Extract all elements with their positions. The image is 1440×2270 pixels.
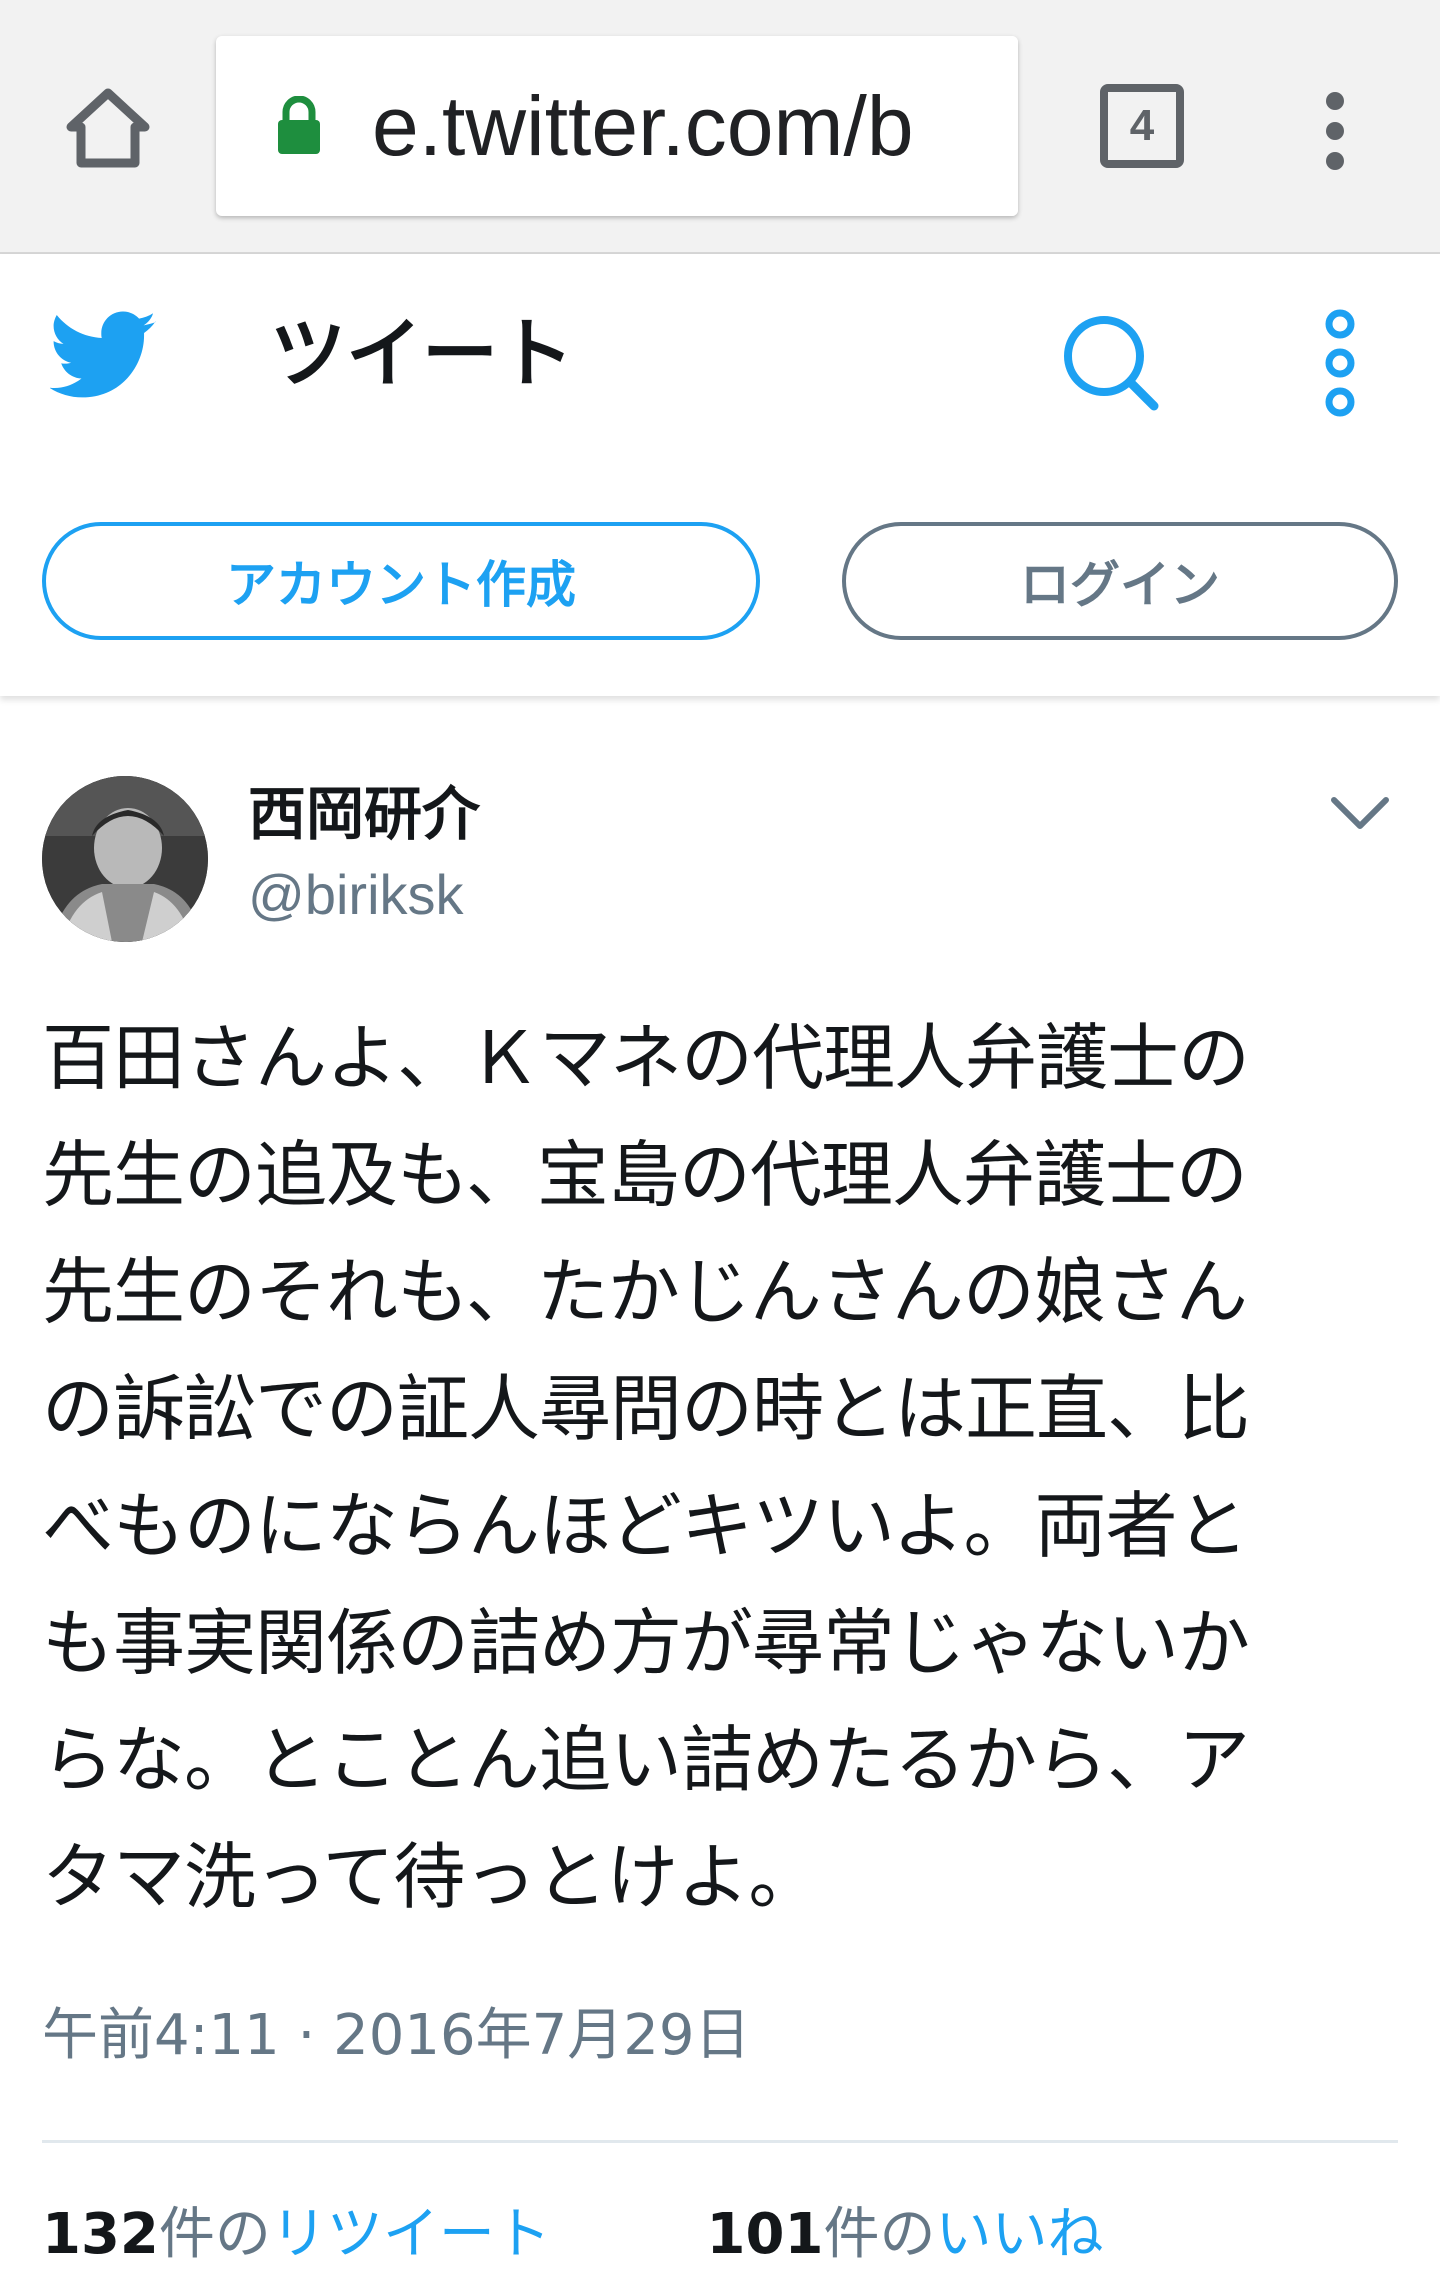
retweets-link[interactable]: リツイート bbox=[271, 2202, 551, 2267]
retweet-label-prefix: 件の bbox=[158, 2202, 271, 2267]
vertical-dots-icon bbox=[1326, 92, 1344, 170]
page-title: ツイート bbox=[270, 309, 574, 398]
lock-icon bbox=[278, 96, 320, 154]
tab-switcher-button[interactable]: 4 bbox=[1100, 84, 1184, 168]
search-icon[interactable] bbox=[1060, 312, 1160, 412]
like-count: 101 bbox=[706, 2202, 824, 2267]
browser-menu-button[interactable] bbox=[1300, 86, 1370, 176]
more-dots-icon[interactable] bbox=[1310, 308, 1370, 418]
author-handle[interactable]: @biriksk bbox=[248, 860, 464, 930]
tweet-timestamp[interactable]: 午前4:11 · 2016年7月29日 bbox=[42, 1996, 751, 2076]
author-name[interactable]: 西岡研介 bbox=[248, 776, 480, 852]
chevron-down-icon[interactable] bbox=[1320, 778, 1400, 848]
divider bbox=[42, 2140, 1398, 2143]
url-text: e.twitter.com/b bbox=[372, 79, 914, 173]
likes-link[interactable]: いいね bbox=[935, 2202, 1103, 2267]
login-button[interactable]: ログイン bbox=[842, 522, 1398, 640]
twitter-bird-icon[interactable] bbox=[50, 308, 158, 404]
signup-button[interactable]: アカウント作成 bbox=[42, 522, 760, 640]
avatar[interactable] bbox=[42, 776, 208, 942]
tweet-stats: 132件のリツイート 101件のいいね bbox=[42, 2200, 1103, 2270]
home-icon bbox=[66, 88, 150, 168]
home-button[interactable] bbox=[58, 78, 158, 178]
tweet-text: 百田さんよ、Ｋマネの代理人弁護士の 先生の追及も、宝島の代理人弁護士の 先生のそ… bbox=[42, 1016, 1250, 1919]
twitter-header: ツイート アカウント作成 ログイン bbox=[0, 254, 1440, 696]
like-label-prefix: 件の bbox=[823, 2202, 936, 2267]
browser-toolbar: e.twitter.com/b 4 bbox=[0, 0, 1440, 254]
retweet-count: 132 bbox=[42, 2202, 159, 2267]
address-bar[interactable]: e.twitter.com/b bbox=[216, 36, 1018, 216]
url-fade bbox=[958, 36, 1018, 216]
avatar-photo bbox=[42, 776, 208, 942]
